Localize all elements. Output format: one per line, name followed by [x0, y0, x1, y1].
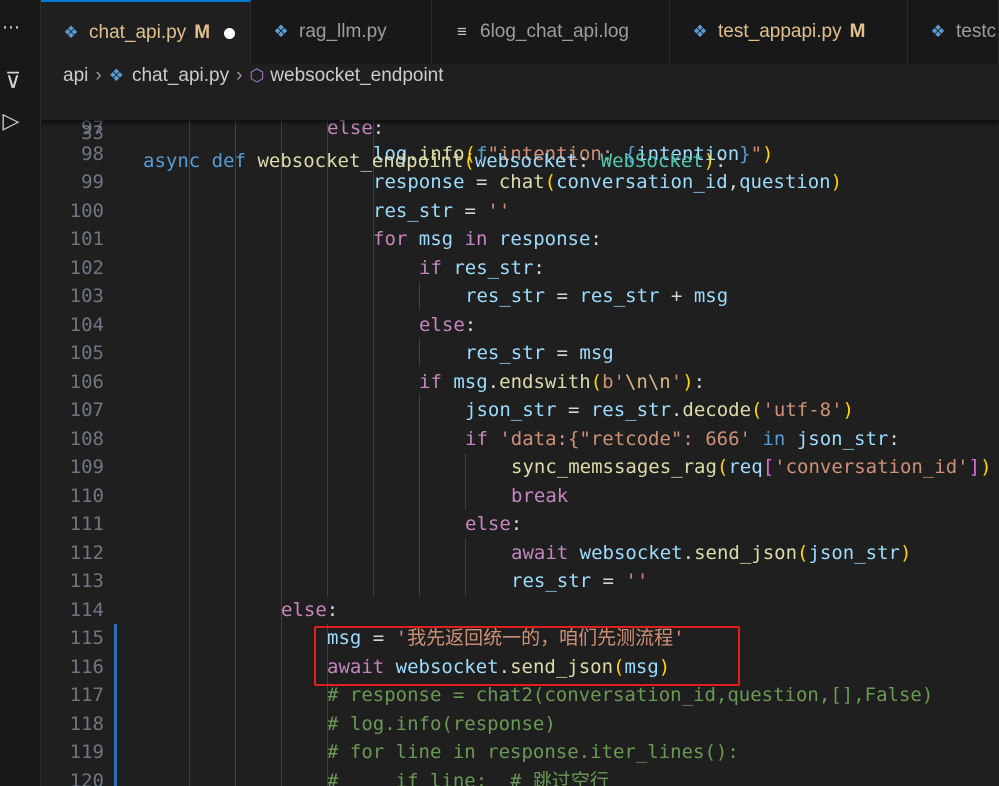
- code-line: break: [511, 485, 569, 507]
- code-line: else:: [465, 513, 523, 535]
- tab-testc[interactable]: ❖ testc: [908, 0, 999, 64]
- modified-badge: M: [849, 21, 866, 42]
- indent-guide: [327, 120, 328, 596]
- run-debug-icon[interactable]: ▷: [0, 102, 22, 142]
- line-number: 111: [69, 513, 104, 535]
- activity-bar: ⋯ ⊽ ▷: [0, 0, 41, 786]
- code-line: res_str = res_str + msg: [465, 285, 729, 307]
- code-line: res_str = msg: [465, 342, 614, 364]
- tab-label: chat_api.py: [89, 22, 187, 43]
- code-line: json_str = res_str.decode('utf-8'): [465, 399, 854, 421]
- line-number: 106: [69, 371, 104, 393]
- tab-label: testc: [956, 21, 997, 42]
- sticky-scroll-header[interactable]: 33 async def websocket_endpoint(websocke…: [41, 90, 999, 172]
- chevron-right-icon: ›: [236, 65, 243, 86]
- line-number: 101: [69, 228, 104, 250]
- git-change-marker[interactable]: [114, 624, 117, 786]
- indent-guide: [189, 120, 190, 786]
- python-icon: ❖: [930, 22, 946, 41]
- tab-label: test_appapi.py: [718, 21, 842, 42]
- tab-label: 6log_chat_api.log: [480, 21, 629, 42]
- code-line: if 'data:{"retcode": 666' in json_str:: [465, 428, 900, 450]
- python-icon: ❖: [63, 23, 79, 42]
- code-line: res_str = '': [373, 200, 511, 222]
- line-number: 114: [69, 599, 104, 621]
- line-number: 33: [81, 122, 104, 144]
- annotation-highlight-box: [314, 626, 740, 686]
- tab-test-appapi[interactable]: ❖ test_appapi.py M: [670, 0, 908, 64]
- code-line-comment: # log.info(response): [327, 713, 556, 735]
- tab-chat-api[interactable]: ❖ chat_api.py M: [41, 0, 251, 64]
- line-number: 117: [69, 684, 104, 706]
- python-icon: ❖: [108, 66, 124, 85]
- unsaved-dot-icon[interactable]: [224, 27, 236, 39]
- code-line: else:: [281, 599, 339, 621]
- line-number: 102: [69, 257, 104, 279]
- code-line: for msg in response:: [373, 228, 602, 250]
- python-icon: ❖: [273, 22, 289, 41]
- code-line: if res_str:: [419, 257, 545, 279]
- line-number: 115: [69, 627, 104, 649]
- line-number: 120: [69, 770, 104, 786]
- python-icon: ❖: [692, 22, 708, 41]
- editor-tab-bar: ❖ chat_api.py M ❖ rag_llm.py ≡ 6log_chat…: [41, 0, 999, 65]
- line-number: 113: [69, 570, 104, 592]
- indent-guide: [419, 338, 420, 366]
- line-number: 110: [69, 485, 104, 507]
- line-number: 107: [69, 399, 104, 421]
- code-line-comment: # if line: # 跳过空行: [327, 770, 609, 786]
- breadcrumb-file[interactable]: chat_api.py: [132, 65, 229, 87]
- more-icon[interactable]: ⋯: [0, 8, 22, 48]
- code-line: sync_memssages_rag(req['conversation_id'…: [511, 456, 992, 478]
- log-file-icon: ≡: [457, 22, 467, 41]
- breadcrumb-folder[interactable]: api: [63, 65, 88, 87]
- line-number: 112: [69, 542, 104, 564]
- symbol-method-icon: ⬡: [249, 66, 265, 85]
- line-number: 104: [69, 314, 104, 336]
- tab-label: rag_llm.py: [299, 21, 387, 42]
- explorer-filter-icon[interactable]: ⊽: [0, 62, 24, 102]
- code-line: res_str = '': [511, 570, 649, 592]
- line-number: 105: [69, 342, 104, 364]
- code-line: if msg.endswith(b'\n\n'):: [419, 371, 706, 393]
- tab-log-file[interactable]: ≡ 6log_chat_api.log: [432, 0, 670, 64]
- indent-guide: [419, 394, 420, 596]
- modified-badge: M: [194, 22, 211, 43]
- tab-rag-llm[interactable]: ❖ rag_llm.py: [251, 0, 432, 64]
- code-line: await websocket.send_json(json_str): [511, 542, 912, 564]
- indent-guide: [465, 538, 466, 596]
- code-editor[interactable]: 33 async def websocket_endpoint(websocke…: [41, 90, 999, 786]
- line-number: 118: [69, 713, 104, 735]
- code-line: else:: [419, 314, 477, 336]
- breadcrumb-symbol[interactable]: websocket_endpoint: [270, 65, 443, 87]
- indent-guide: [281, 120, 282, 786]
- line-number: 109: [69, 456, 104, 478]
- line-number: 108: [69, 428, 104, 450]
- code-line-comment: # for line in response.iter_lines():: [327, 741, 739, 763]
- sticky-code-line: async def websocket_endpoint(websocket: …: [143, 150, 727, 172]
- line-number: 119: [69, 741, 104, 763]
- breadcrumb: api › ❖ chat_api.py › ⬡ websocket_endpoi…: [41, 64, 999, 88]
- indent-guide: [235, 120, 236, 786]
- line-number: 116: [69, 656, 104, 678]
- indent-guide: [419, 282, 420, 310]
- indent-guide: [373, 120, 374, 596]
- chevron-right-icon: ›: [95, 65, 102, 86]
- line-number: 103: [69, 285, 104, 307]
- indent-guide: [465, 454, 466, 510]
